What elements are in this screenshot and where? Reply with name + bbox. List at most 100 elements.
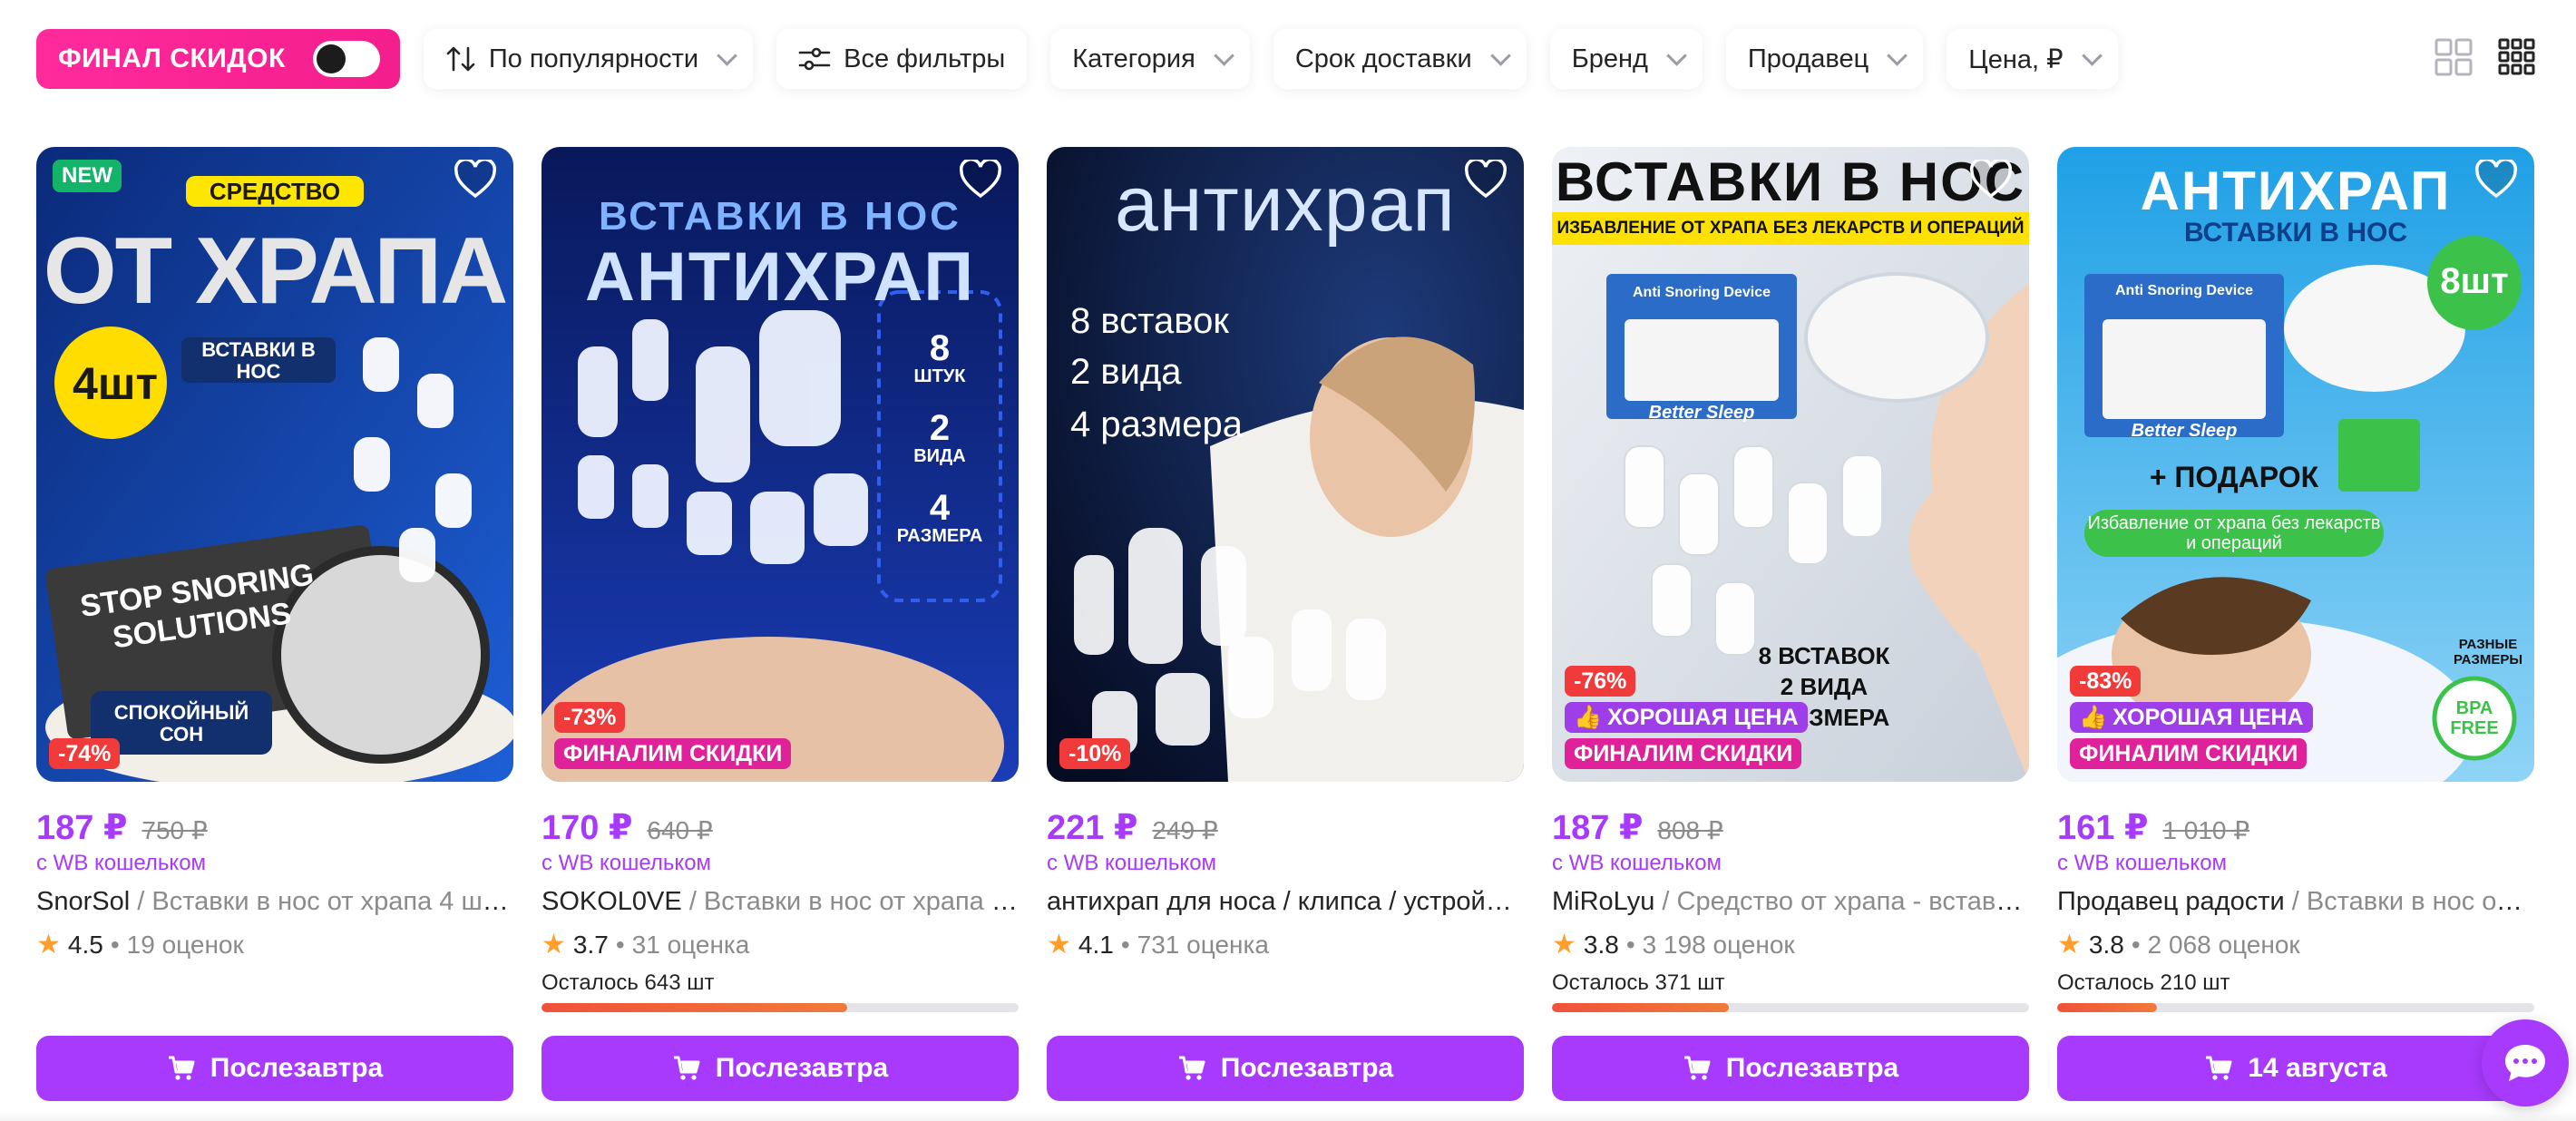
all-filters-button[interactable]: Все фильтры	[776, 29, 1028, 89]
image-caption: СРЕДСТВО	[185, 176, 365, 207]
rating-separator: •	[110, 930, 120, 959]
add-to-cart-button[interactable]: Послезавтра	[36, 1036, 513, 1101]
image-tags: -83% 👍 ХОРОШАЯ ЦЕНА ФИНАЛИМ СКИДКИ	[2070, 666, 2313, 769]
image-caption: Избавление от храпа без лекарств и опера…	[2087, 513, 2381, 553]
product-card[interactable]: АНТИХРАП ВСТАВКИ В НОС 8шт Anti Snoring …	[2057, 147, 2534, 1101]
cart-icon	[1683, 1056, 1711, 1080]
product-card[interactable]: ВСТАВКИ В НОС ИЗБАВЛЕНИЕ ОТ ХРАПА БЕЗ ЛЕ…	[1552, 147, 2029, 1101]
add-to-cart-button[interactable]: Послезавтра	[1552, 1036, 2029, 1101]
sort-button[interactable]: По популярности	[423, 29, 754, 89]
price-row: 187 ₽ 808 ₽	[1552, 807, 1723, 848]
image-tags: -73% ФИНАЛИМ СКИДКИ	[554, 702, 792, 769]
current-price: 161 ₽	[2057, 809, 2149, 847]
product-title[interactable]: Продавец радости / Вставки в нос от храп…	[2057, 887, 2534, 917]
favorite-heart-icon[interactable]	[959, 160, 1002, 200]
old-price: 750 ₽	[141, 816, 208, 844]
cart-icon	[2206, 1056, 2232, 1080]
stock-progress-bar	[2057, 1003, 2534, 1012]
rating[interactable]: ★ 4.1 • 731 оценка	[1047, 929, 1269, 960]
rating-separator: •	[1120, 930, 1130, 959]
star-icon: ★	[542, 930, 566, 960]
product-card[interactable]: ВСТАВКИ В НОС АНТИХРАП 8 ШТУК 2 ВИДА 4 Р…	[542, 147, 1019, 1101]
product-image[interactable]: АНТИХРАП ВСТАВКИ В НОС 8шт Anti Snoring …	[2057, 147, 2534, 782]
price-filter[interactable]: Цена, ₽	[1947, 29, 2118, 89]
favorite-heart-icon[interactable]	[1969, 160, 2013, 200]
favorite-heart-icon[interactable]	[454, 160, 497, 200]
seller-label: Продавец	[1747, 44, 1869, 73]
chevron-down-icon	[1214, 45, 1234, 66]
new-badge: NEW	[53, 160, 122, 192]
grid-small-icon[interactable]	[2498, 38, 2536, 81]
rating[interactable]: ★ 3.8 • 3 198 оценок	[1552, 929, 1795, 960]
stock-label: Осталось 210 шт	[2057, 970, 2230, 995]
wallet-note: с WB кошельком	[542, 851, 712, 875]
favorite-heart-icon[interactable]	[1464, 160, 1508, 200]
image-caption: РАЗНЫЕ РАЗМЕРЫ	[2453, 637, 2523, 668]
image-caption: 4шт	[73, 358, 158, 409]
brand-filter[interactable]: Бренд	[1549, 29, 1703, 89]
stock-progress-fill	[1552, 1003, 1729, 1012]
promo-toggle-pill[interactable]: ФИНАЛ СКИДОК	[36, 29, 400, 89]
current-price: 221 ₽	[1047, 809, 1138, 847]
product-image[interactable]: ВСТАВКИ В НОС ИЗБАВЛЕНИЕ ОТ ХРАПА БЕЗ ЛЕ…	[1552, 147, 2029, 782]
add-to-cart-button[interactable]: 14 августа	[2057, 1036, 2534, 1101]
promo-toggle-switch[interactable]	[312, 41, 380, 77]
add-to-cart-button[interactable]: Послезавтра	[542, 1036, 1019, 1101]
chevron-down-icon	[2081, 45, 2103, 66]
wallet-note: с WB кошельком	[1047, 851, 1217, 875]
filters-icon	[798, 45, 831, 73]
brand-name: Продавец радости	[2057, 887, 2285, 916]
star-icon: ★	[1047, 930, 1071, 960]
rating-separator: •	[2131, 930, 2141, 959]
price-row: 161 ₽ 1 010 ₽	[2057, 807, 2249, 848]
old-price: 808 ₽	[1657, 816, 1723, 844]
chat-button[interactable]	[2482, 1019, 2569, 1106]
product-image[interactable]: антихрап 8 вставок 2 вида 4 размера -10%	[1047, 147, 1524, 782]
discount-badge: -76%	[1565, 666, 1636, 697]
product-title[interactable]: SnorSol / Вставки в нос от храпа 4 штуки	[36, 887, 513, 917]
product-card[interactable]: СРЕДСТВО ОТ ХРАПА 4шт ВСТАВКИ В НОС STOP…	[36, 147, 513, 1101]
stock-progress-bar	[542, 1003, 1019, 1012]
product-image[interactable]: ВСТАВКИ В НОС АНТИХРАП 8 ШТУК 2 ВИДА 4 Р…	[542, 147, 1019, 782]
image-caption: 2	[929, 408, 951, 448]
star-icon: ★	[2057, 930, 2082, 960]
add-to-cart-button[interactable]: Послезавтра	[1047, 1036, 1524, 1101]
product-title[interactable]: антихрап для носа / клипса / устройство …	[1047, 887, 1524, 917]
favorite-heart-icon[interactable]	[2474, 160, 2518, 200]
bottom-shadow	[0, 1112, 2576, 1121]
brand-name: SnorSol	[36, 887, 131, 916]
reviews-count: 731 оценка	[1137, 930, 1269, 959]
delivery-filter[interactable]: Срок доставки	[1273, 29, 1527, 89]
good-price-badge: 👍 ХОРОШАЯ ЦЕНА	[2070, 702, 2313, 733]
grid-large-icon[interactable]	[2435, 38, 2473, 81]
rating[interactable]: ★ 4.5 • 19 оценок	[36, 929, 244, 960]
stock-label: Осталось 371 шт	[1552, 970, 1725, 995]
seller-filter[interactable]: Продавец	[1725, 29, 1924, 89]
price-label: Цена, ₽	[1968, 44, 2064, 74]
old-price: 640 ₽	[647, 816, 713, 844]
reviews-count: 2 068 оценок	[2147, 930, 2300, 959]
rating[interactable]: ★ 3.8 • 2 068 оценок	[2057, 929, 2300, 960]
product-description: / Вставки в нос от храпа 8 штук	[688, 887, 1019, 916]
product-title[interactable]: SOKOL0VE / Вставки в нос от храпа 8 штук	[542, 887, 1019, 917]
image-caption: 2 вида	[1070, 352, 1182, 392]
star-icon: ★	[36, 930, 61, 960]
image-caption: ИЗБАВЛЕНИЕ ОТ ХРАПА БЕЗ ЛЕКАРСТВ И ОПЕРА…	[1556, 219, 2025, 238]
image-caption: Anti Snoring Device	[1632, 285, 1771, 300]
wallet-note: с WB кошельком	[1552, 851, 1722, 875]
image-caption: 8	[929, 328, 951, 368]
product-description: / Вставки в нос от храпа 4 штуки	[137, 887, 513, 916]
reviews-count: 19 оценок	[126, 930, 244, 959]
final-sale-badge: ФИНАЛИМ СКИДКИ	[554, 738, 792, 769]
product-description: / Вставки в нос от храпа	[2291, 887, 2534, 916]
image-caption: АНТИХРАП	[2140, 161, 2452, 221]
rating[interactable]: ★ 3.7 • 31 оценка	[542, 929, 749, 960]
image-caption: ОТ ХРАПА	[43, 219, 509, 324]
product-title[interactable]: MiRoLyu / Средство от храпа - вставки в …	[1552, 887, 2029, 917]
category-filter[interactable]: Категория	[1050, 29, 1250, 89]
image-tags: -10%	[1059, 738, 1131, 769]
product-card[interactable]: антихрап 8 вставок 2 вида 4 размера -10%…	[1047, 147, 1524, 1101]
sort-icon	[445, 44, 476, 73]
image-caption: 8 вставок	[1070, 301, 1229, 341]
product-image[interactable]: СРЕДСТВО ОТ ХРАПА 4шт ВСТАВКИ В НОС STOP…	[36, 147, 513, 782]
